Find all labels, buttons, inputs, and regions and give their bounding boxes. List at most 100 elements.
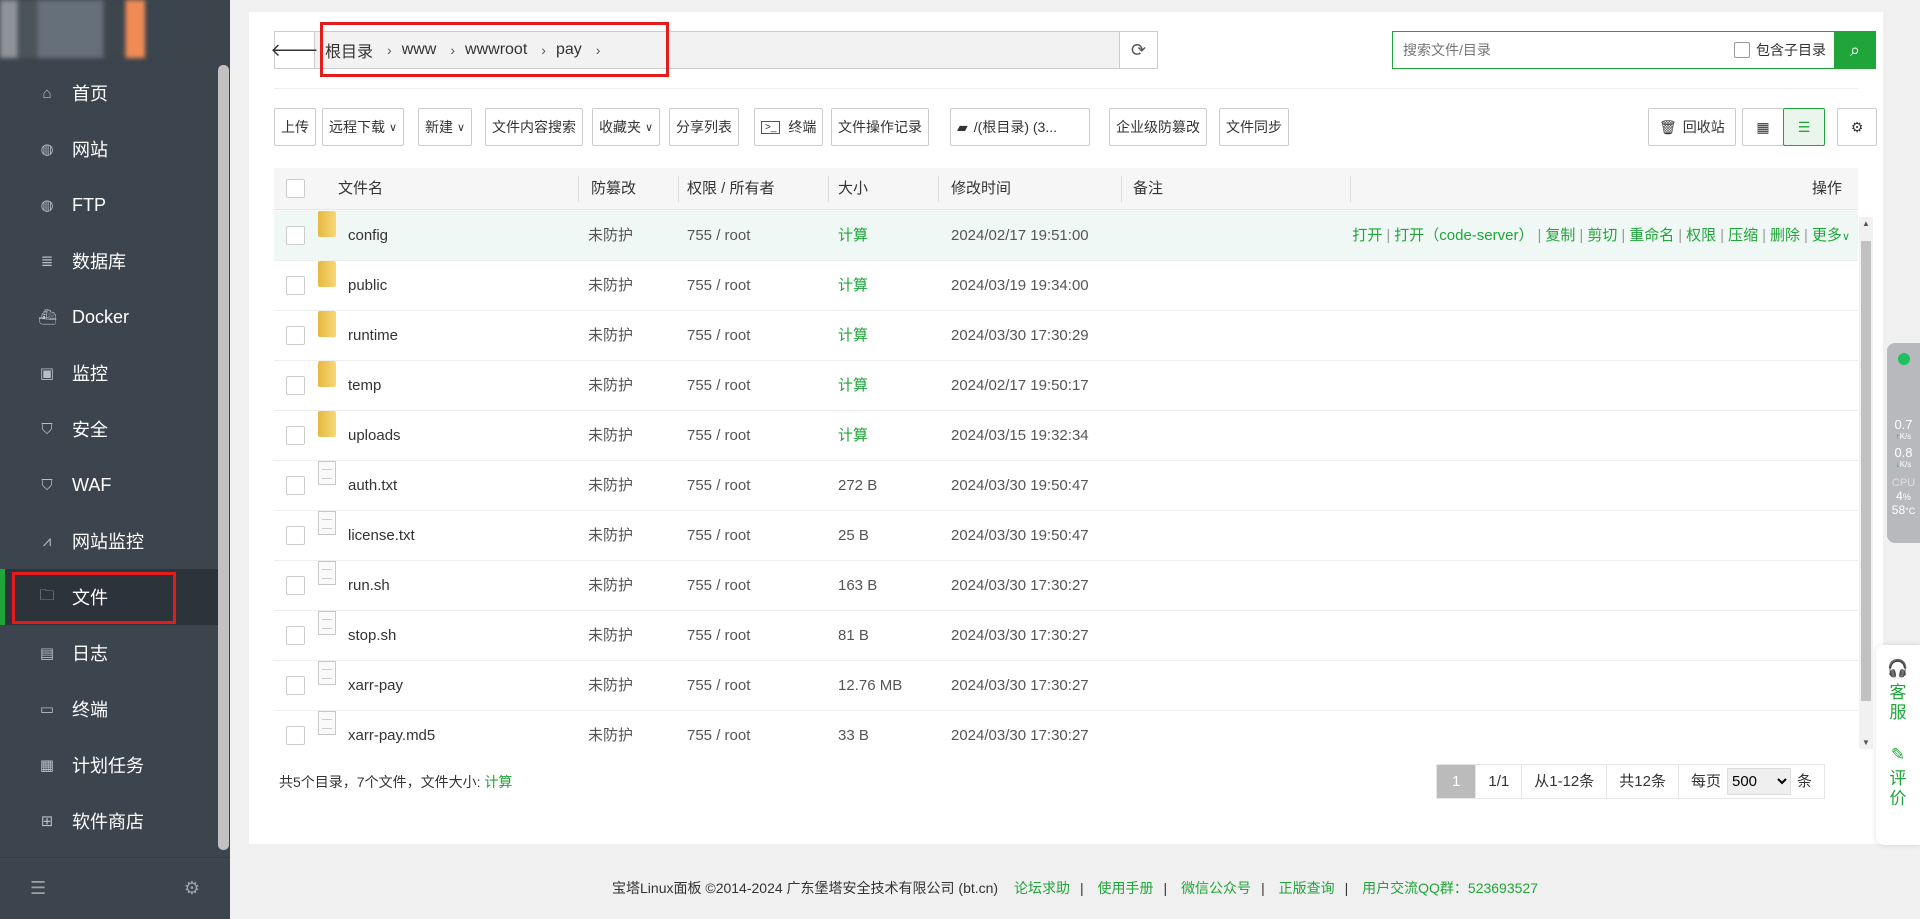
permission[interactable]: 755 / root bbox=[687, 211, 750, 261]
row-checkbox[interactable] bbox=[286, 426, 305, 445]
file-name[interactable]: xarr-pay.md5 bbox=[348, 711, 435, 749]
permission[interactable]: 755 / root bbox=[687, 611, 750, 661]
sidebar-item-terminal[interactable]: ▭终端 bbox=[0, 681, 218, 737]
permission[interactable]: 755 / root bbox=[687, 661, 750, 711]
row-action[interactable]: 打开（code-server） bbox=[1394, 227, 1533, 244]
table-row[interactable]: uploads 未防护 755 / root 计算 2024/03/15 19:… bbox=[274, 411, 1858, 461]
row-action[interactable]: 重命名 bbox=[1629, 227, 1674, 244]
table-row[interactable]: xarr-pay.md5 未防护 755 / root 33 B 2024/03… bbox=[274, 711, 1858, 749]
upload-button[interactable]: 上传 bbox=[274, 108, 316, 146]
tamper-status[interactable]: 未防护 bbox=[588, 561, 633, 611]
recycle-bin-button[interactable]: 🗑回收站 bbox=[1648, 108, 1736, 146]
file-name[interactable]: license.txt bbox=[348, 511, 415, 561]
forum-link[interactable]: 论坛求助 bbox=[1014, 880, 1070, 896]
grid-view-button[interactable]: ▦ bbox=[1742, 108, 1784, 146]
row-checkbox[interactable] bbox=[286, 576, 305, 595]
table-row[interactable]: xarr-pay 未防护 755 / root 12.76 MB 2024/03… bbox=[274, 661, 1858, 711]
wechat-link[interactable]: 微信公众号 bbox=[1181, 880, 1251, 896]
sidebar-item-database[interactable]: ≣数据库 bbox=[0, 233, 218, 289]
sidebar-item-docker[interactable]: ⛴Docker bbox=[0, 289, 218, 345]
back-arrow-icon[interactable]: 🡐 bbox=[275, 32, 315, 68]
file-size[interactable]: 计算 bbox=[838, 261, 868, 311]
share-list-button[interactable]: 分享列表 bbox=[669, 108, 739, 146]
row-checkbox[interactable] bbox=[286, 726, 305, 745]
per-page-select[interactable]: 500 bbox=[1727, 768, 1791, 795]
row-checkbox[interactable] bbox=[286, 676, 305, 695]
settings-gear-icon[interactable]: ⚙ bbox=[184, 878, 200, 899]
row-action[interactable]: 复制 bbox=[1545, 227, 1575, 244]
permission[interactable]: 755 / root bbox=[687, 461, 750, 511]
row-action[interactable]: 剪切 bbox=[1587, 227, 1617, 244]
tamper-status[interactable]: 未防护 bbox=[588, 361, 633, 411]
table-row[interactable]: public 未防护 755 / root 计算 2024/03/19 19:3… bbox=[274, 261, 1858, 311]
tamper-status[interactable]: 未防护 bbox=[588, 611, 633, 661]
collapse-menu-icon[interactable]: ☰ bbox=[30, 878, 46, 899]
file-name[interactable]: xarr-pay bbox=[348, 661, 403, 711]
table-scrollbar[interactable]: ▲▼ bbox=[1859, 217, 1873, 749]
favorites-dropdown[interactable]: 收藏夹∨ bbox=[592, 108, 660, 146]
file-size[interactable]: 计算 bbox=[838, 311, 868, 361]
permission[interactable]: 755 / root bbox=[687, 561, 750, 611]
tamper-status[interactable]: 未防护 bbox=[588, 461, 633, 511]
sidebar-item-log[interactable]: ▤日志 bbox=[0, 625, 218, 681]
row-action[interactable]: 压缩 bbox=[1728, 227, 1758, 244]
new-dropdown[interactable]: 新建∨ bbox=[418, 108, 472, 146]
sidebar-item-globe[interactable]: ◍网站 bbox=[0, 121, 218, 177]
file-name[interactable]: run.sh bbox=[348, 561, 390, 611]
permission[interactable]: 755 / root bbox=[687, 511, 750, 561]
permission[interactable]: 755 / root bbox=[687, 711, 750, 749]
row-action[interactable]: 删除 bbox=[1770, 227, 1800, 244]
row-checkbox[interactable] bbox=[286, 276, 305, 295]
rate-button[interactable]: 评价 bbox=[1888, 769, 1908, 809]
sidebar-item-calendar[interactable]: ▦计划任务 bbox=[0, 737, 218, 793]
terminal-button[interactable]: >_终端 bbox=[754, 108, 823, 146]
disk-button[interactable]: ▰/(根目录) (3... bbox=[950, 108, 1090, 146]
col-mtime[interactable]: 修改时间 bbox=[951, 168, 1011, 210]
search-button[interactable]: ⌕ bbox=[1834, 31, 1876, 69]
sidebar-item-ftp[interactable]: ◍FTP bbox=[0, 177, 218, 233]
table-row[interactable]: runtime 未防护 755 / root 计算 2024/03/30 17:… bbox=[274, 311, 1858, 361]
permission[interactable]: 755 / root bbox=[687, 261, 750, 311]
row-action[interactable]: 更多 bbox=[1812, 227, 1842, 244]
table-row[interactable]: license.txt 未防护 755 / root 25 B 2024/03/… bbox=[274, 511, 1858, 561]
tamper-status[interactable]: 未防护 bbox=[588, 261, 633, 311]
tamper-protection-button[interactable]: 企业级防篡改 bbox=[1109, 108, 1207, 146]
tamper-status[interactable]: 未防护 bbox=[588, 211, 633, 261]
tamper-status[interactable]: 未防护 bbox=[588, 511, 633, 561]
col-perm[interactable]: 权限 / 所有者 bbox=[687, 168, 775, 210]
permission[interactable]: 755 / root bbox=[687, 411, 750, 461]
sidebar-scrollbar[interactable] bbox=[218, 65, 229, 850]
search-input[interactable] bbox=[1393, 42, 1734, 58]
remote-download-dropdown[interactable]: 远程下载∨ bbox=[322, 108, 404, 146]
col-size[interactable]: 大小 bbox=[838, 168, 868, 210]
table-row[interactable]: stop.sh 未防护 755 / root 81 B 2024/03/30 1… bbox=[274, 611, 1858, 661]
tamper-status[interactable]: 未防护 bbox=[588, 711, 633, 749]
operation-log-button[interactable]: 文件操作记录 bbox=[831, 108, 929, 146]
sidebar-item-home[interactable]: ⌂首页 bbox=[0, 65, 218, 121]
row-checkbox[interactable] bbox=[286, 376, 305, 395]
row-checkbox[interactable] bbox=[286, 476, 305, 495]
sidebar-item-monitor[interactable]: ▣监控 bbox=[0, 345, 218, 401]
system-monitor-widget[interactable]: 0.7↑K/s 0.8↓K/s CPU 4% 58°C bbox=[1887, 343, 1920, 543]
tamper-status[interactable]: 未防护 bbox=[588, 661, 633, 711]
row-checkbox[interactable] bbox=[286, 226, 305, 245]
file-name[interactable]: temp bbox=[348, 361, 381, 411]
page-current[interactable]: 1 bbox=[1437, 765, 1476, 798]
permission[interactable]: 755 / root bbox=[687, 361, 750, 411]
sidebar-item-waf[interactable]: ⛉WAF bbox=[0, 457, 218, 513]
row-checkbox[interactable] bbox=[286, 626, 305, 645]
settings-button[interactable]: ⚙ bbox=[1837, 108, 1877, 146]
file-sync-button[interactable]: 文件同步 bbox=[1219, 108, 1289, 146]
file-name[interactable]: runtime bbox=[348, 311, 398, 361]
col-name[interactable]: 文件名 bbox=[338, 168, 383, 210]
row-action[interactable]: 打开 bbox=[1352, 227, 1382, 244]
file-size[interactable]: 计算 bbox=[838, 211, 868, 261]
table-row[interactable]: auth.txt 未防护 755 / root 272 B 2024/03/30… bbox=[274, 461, 1858, 511]
row-action[interactable]: 权限 bbox=[1686, 227, 1716, 244]
table-row[interactable]: temp 未防护 755 / root 计算 2024/02/17 19:50:… bbox=[274, 361, 1858, 411]
row-checkbox[interactable] bbox=[286, 326, 305, 345]
sidebar-item-grid[interactable]: ⊞软件商店 bbox=[0, 793, 218, 849]
file-name[interactable]: uploads bbox=[348, 411, 401, 461]
row-checkbox[interactable] bbox=[286, 526, 305, 545]
table-row[interactable]: config 未防护 755 / root 计算 2024/02/17 19:5… bbox=[274, 211, 1858, 261]
